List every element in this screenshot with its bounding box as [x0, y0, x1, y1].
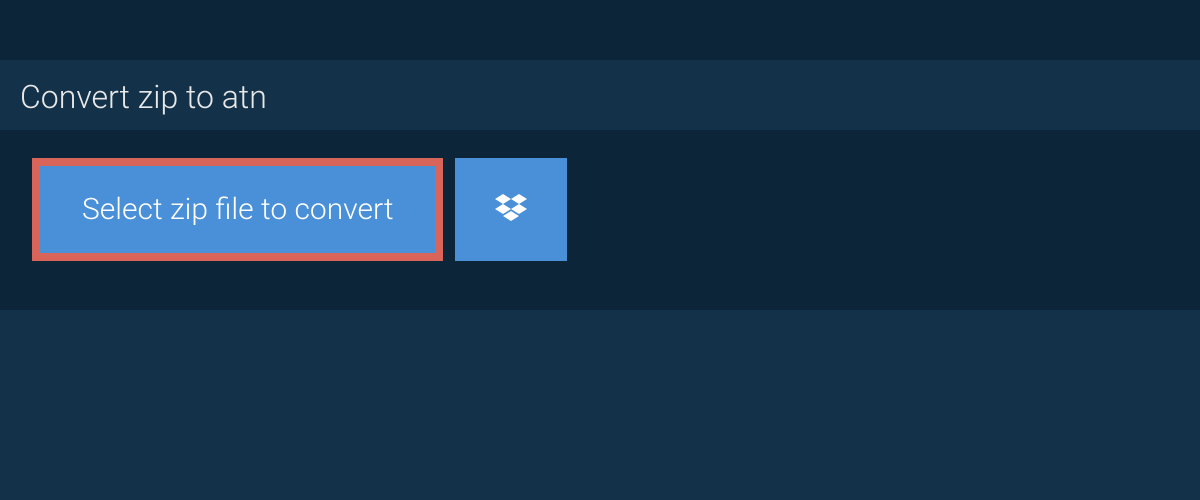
- main-panel: Select zip file to convert: [0, 130, 1200, 310]
- select-file-label: Select zip file to convert: [82, 192, 393, 227]
- header-bar: [0, 0, 1200, 60]
- dropbox-button[interactable]: [455, 158, 567, 261]
- select-file-button[interactable]: Select zip file to convert: [32, 158, 443, 261]
- page-title: Convert zip to atn: [20, 78, 267, 116]
- title-tab: Convert zip to atn: [0, 60, 303, 134]
- dropbox-icon: [491, 190, 531, 230]
- button-row: Select zip file to convert: [32, 158, 1168, 261]
- bottom-section: [0, 310, 1200, 500]
